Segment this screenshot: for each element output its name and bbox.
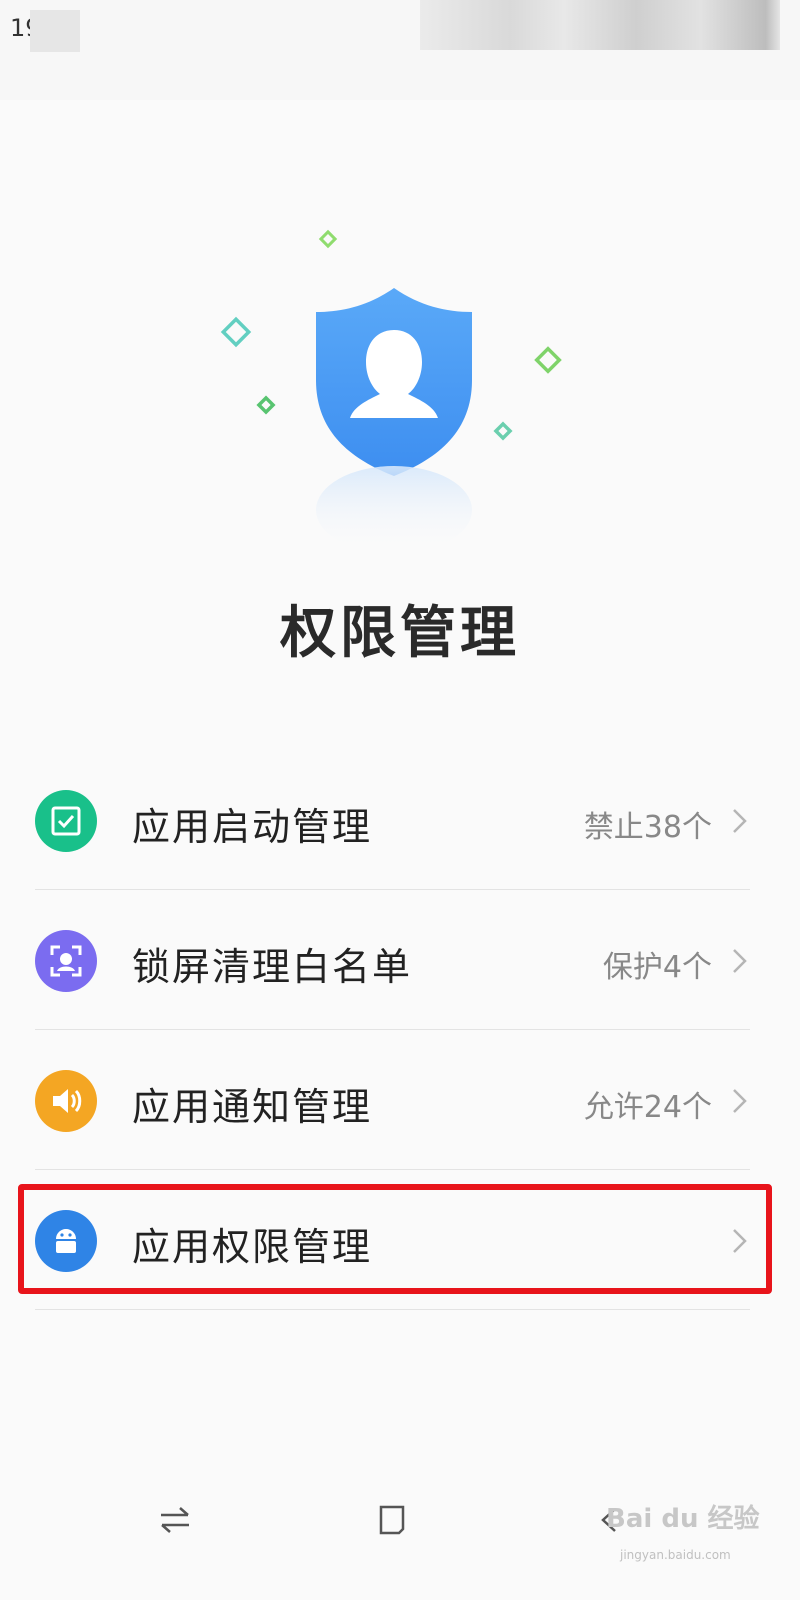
blurred-status-icons (420, 0, 780, 50)
chevron-right-icon (733, 1229, 747, 1253)
watermark-url: jingyan.baidu.com (620, 1548, 731, 1562)
list-item-label: 锁屏清理白名单 (132, 945, 413, 989)
list-item-app-startup[interactable]: 应用启动管理 禁止38个 (0, 750, 800, 890)
chevron-right-icon (733, 1089, 747, 1113)
divider (35, 1309, 750, 1310)
chevron-right-icon (733, 949, 747, 973)
list-item-status: 保护4个 (602, 950, 712, 985)
list-item-label: 应用启动管理 (132, 805, 373, 849)
chevron-right-icon (733, 809, 747, 833)
navigation-bar: Bai du 经验 jingyan.baidu.com (0, 1470, 800, 1600)
screen: 19 权限管理 应用启动管理 禁止38个 锁屏清理白名单 保护4个 应用通知管理… (0, 0, 800, 1600)
list-item-label: 应用权限管理 (132, 1225, 373, 1269)
settings-list: 应用启动管理 禁止38个 锁屏清理白名单 保护4个 应用通知管理 允许24个 应… (0, 750, 800, 1310)
blurred-area (30, 10, 80, 52)
list-item-lock-screen-whitelist[interactable]: 锁屏清理白名单 保护4个 (0, 890, 800, 1030)
square-icon (379, 1505, 405, 1535)
shield-user-icon (220, 229, 562, 554)
list-item-app-notifications[interactable]: 应用通知管理 允许24个 (0, 1030, 800, 1170)
list-item-status: 禁止38个 (583, 810, 712, 845)
android-icon (35, 1210, 97, 1272)
home-button[interactable] (362, 1495, 422, 1545)
switch-arrows-icon (161, 1507, 189, 1533)
checkbox-icon (35, 790, 97, 852)
watermark-text: Bai du 经验 (606, 1504, 760, 1534)
hero-illustration (0, 210, 800, 570)
list-item-status: 允许24个 (583, 1090, 712, 1125)
status-bar: 19 (0, 0, 800, 100)
face-scan-icon (35, 930, 97, 992)
page-title: 权限管理 (280, 601, 520, 666)
recent-apps-button[interactable] (145, 1495, 205, 1545)
list-item-app-permissions[interactable]: 应用权限管理 (0, 1170, 800, 1310)
speaker-icon (35, 1070, 97, 1132)
list-item-label: 应用通知管理 (132, 1085, 373, 1129)
watermark: Bai du 经验 jingyan.baidu.com (600, 1490, 770, 1570)
